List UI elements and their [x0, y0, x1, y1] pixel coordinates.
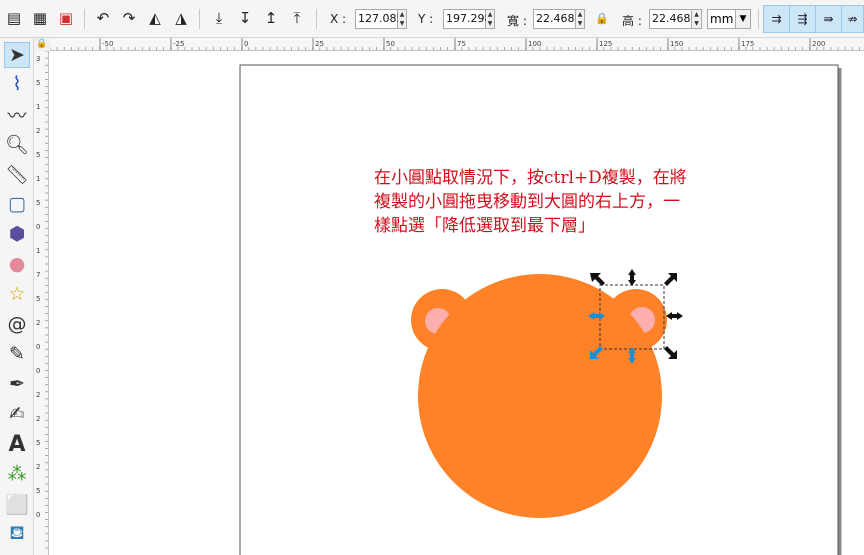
- ruler-label: 25: [315, 40, 324, 48]
- flip-vertical-icon[interactable]: ◮: [171, 8, 191, 28]
- raise-to-top-icon[interactable]: ⤒: [287, 8, 307, 28]
- ruler-label: 5: [36, 439, 40, 447]
- y-label: Y :: [418, 12, 434, 26]
- height-label: 高 :: [622, 14, 642, 28]
- text-tool-icon[interactable]: A: [4, 431, 30, 457]
- annotation-line: 在小圓點取情況下，按ctrl+D複製，在將: [374, 168, 687, 188]
- lock-guides-icon[interactable]: 🔒: [34, 38, 50, 51]
- bear-face[interactable]: [418, 274, 662, 518]
- ruler-label: 0: [36, 367, 40, 375]
- ellipse-tool-icon[interactable]: ●: [4, 251, 30, 277]
- ruler-label: 200: [812, 40, 825, 48]
- node-tool-icon[interactable]: ⌇: [4, 71, 30, 97]
- ruler-label: 5: [36, 151, 40, 159]
- ruler-label: 75: [457, 40, 466, 48]
- rotate-ccw-icon[interactable]: ↶: [93, 8, 113, 28]
- ruler-label: 2: [36, 319, 40, 327]
- ruler-label: 50: [386, 40, 395, 48]
- width-spinner[interactable]: ▲ ▼: [576, 9, 585, 29]
- ruler-label: 100: [528, 40, 541, 48]
- eraser-tool-icon[interactable]: ⬜: [4, 491, 30, 517]
- width-label: 寬 :: [507, 14, 527, 28]
- calligraphy-tool-icon[interactable]: ✍: [4, 401, 30, 427]
- horizontal-ruler-ticks: -50 -25 0 25 50 75 100 125 150 175 200: [50, 38, 860, 50]
- lower-to-bottom-icon[interactable]: ⤓: [209, 8, 229, 28]
- ruler-label: 0: [36, 511, 40, 519]
- ruler-label: 1: [36, 175, 40, 183]
- drawing-canvas[interactable]: 在小圓點取情況下，按ctrl+D複製，在將 複製的小圓拖曳移動到大圓的右上方，一…: [50, 51, 864, 555]
- height-input[interactable]: 22.468: [649, 9, 692, 29]
- x-spinner[interactable]: ▲ ▼: [398, 9, 407, 29]
- annotation-line: 樣點選「降低選取到最下層」: [374, 216, 595, 236]
- ruler-label: 2: [36, 415, 40, 423]
- ruler-label: 150: [670, 40, 683, 48]
- ruler-label: 7: [36, 271, 40, 279]
- y-input[interactable]: 197.298: [443, 9, 492, 29]
- ruler-label: 0: [36, 223, 40, 231]
- ruler-label: 5: [36, 295, 40, 303]
- rectangle-tool-icon[interactable]: ▢: [4, 191, 30, 217]
- ruler-label: 175: [741, 40, 754, 48]
- vertical-ruler: 3 5 1 2 5 1 5 0 1 7 5 2 0 0 2 2 5 2 5 0: [34, 51, 49, 555]
- canvas-svg: [239, 64, 842, 555]
- pencil-tool-icon[interactable]: ✎: [4, 341, 30, 367]
- instruction-annotation: 在小圓點取情況下，按ctrl+D複製，在將 複製的小圓拖曳移動到大圓的右上方，一…: [374, 166, 744, 238]
- chevron-down-icon: ▼: [735, 10, 750, 28]
- flip-horizontal-icon[interactable]: ◭: [145, 8, 165, 28]
- paint-bucket-tool-icon[interactable]: ⛾: [4, 521, 30, 547]
- scale-stroke-toggle[interactable]: ⇉: [763, 5, 790, 33]
- star-tool-icon[interactable]: ☆: [4, 281, 30, 307]
- ruler-label: -25: [173, 40, 184, 48]
- horizontal-ruler: -50 -25 0 25 50 75 100 125 150 175 200: [50, 38, 864, 51]
- ruler-label: 2: [36, 127, 40, 135]
- ruler-label: 0: [244, 40, 248, 48]
- toolbar-separator: [316, 9, 317, 29]
- ruler-label: 2: [36, 391, 40, 399]
- ruler-label: 5: [36, 487, 40, 495]
- height-spinner[interactable]: ▲ ▼: [692, 9, 702, 29]
- toolbar-separator: [199, 9, 200, 29]
- ruler-label: 3: [36, 55, 40, 63]
- unit-value: mm: [710, 12, 734, 26]
- tweak-tool-icon[interactable]: 〰: [4, 101, 30, 127]
- 3d-box-tool-icon[interactable]: ⬢: [4, 221, 30, 247]
- zoom-tool-icon[interactable]: 🔍︎: [4, 131, 30, 157]
- spiral-tool-icon[interactable]: @: [4, 311, 30, 337]
- y-spinner[interactable]: ▲ ▼: [486, 9, 495, 29]
- measure-tool-icon[interactable]: 📏︎: [4, 161, 30, 187]
- x-input[interactable]: 127.085: [355, 9, 404, 29]
- scale-corners-toggle[interactable]: ⇶: [789, 5, 816, 33]
- annotation-line: 複製的小圓拖曳移動到大圓的右上方，一: [374, 192, 680, 212]
- toolbox: ➤ ⌇ 〰 🔍︎ 📏︎ ▢ ⬢ ● ☆ @ ✎ ✒ ✍ A ⁂ ⬜ ⛾: [0, 38, 34, 555]
- move-patterns-toggle[interactable]: ⇏: [841, 5, 864, 33]
- toolbar-separator: [758, 9, 759, 29]
- spray-tool-icon[interactable]: ⁂: [4, 461, 30, 487]
- ruler-label: 2: [36, 463, 40, 471]
- x-label: X :: [330, 12, 347, 26]
- ruler-label: 5: [36, 79, 40, 87]
- commands-toolbar: ▤ ▦ ▣ ↶ ↷ ◭ ◮ ⤓ ↧ ↥ ⤒ X : 127.085 ▲ ▼ Y :…: [0, 0, 864, 38]
- unit-select[interactable]: mm ▼: [707, 9, 751, 29]
- selector-tool-icon[interactable]: ➤: [4, 42, 30, 68]
- lower-icon[interactable]: ↧: [235, 8, 255, 28]
- deselect-icon[interactable]: ▣: [56, 8, 76, 28]
- raise-icon[interactable]: ↥: [261, 8, 281, 28]
- move-gradients-toggle[interactable]: ⇛: [815, 5, 842, 33]
- ruler-label: 1: [36, 247, 40, 255]
- vertical-ruler-ticks: 3 5 1 2 5 1 5 0 1 7 5 2 0 0 2 2 5 2 5 0: [36, 51, 48, 549]
- select-all-layers-icon[interactable]: ▦: [30, 8, 50, 28]
- rotate-cw-icon[interactable]: ↷: [119, 8, 139, 28]
- lock-icon[interactable]: 🔒: [592, 8, 612, 28]
- select-all-icon[interactable]: ▤: [4, 8, 24, 28]
- ruler-label: 125: [599, 40, 612, 48]
- width-input[interactable]: 22.468: [533, 9, 576, 29]
- ruler-label: 1: [36, 103, 40, 111]
- ruler-label: 0: [36, 343, 40, 351]
- ruler-label: 5: [36, 199, 40, 207]
- pen-tool-icon[interactable]: ✒: [4, 371, 30, 397]
- toolbar-separator: [84, 9, 85, 29]
- ruler-label: -50: [102, 40, 113, 48]
